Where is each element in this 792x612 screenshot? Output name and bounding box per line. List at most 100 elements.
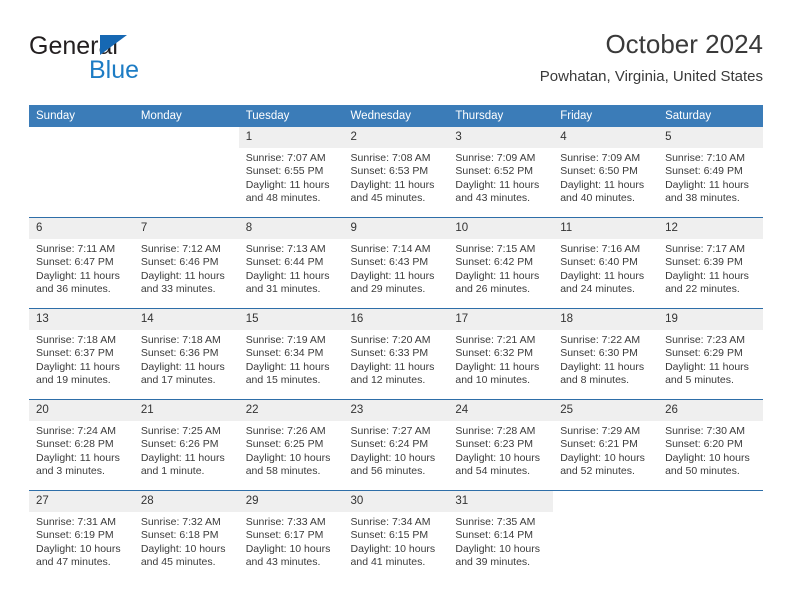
calendar-day-cell[interactable]: 7 Sunrise: 7:12 AM Sunset: 6:46 PM Daylight…	[133, 217, 239, 309]
calendar-day-cell[interactable]: 26 Sunrise: 7:30 AM Sunset: 6:20 PM Dayligh…	[658, 399, 763, 491]
day-cell-content: 2 Sunrise: 7:08 AM Sunset: 6:53 PM Daylight…	[343, 127, 449, 217]
sunset-text: Sunset: 6:46 PM	[140, 256, 219, 269]
day-sun-info: Sunrise: 7:08 AM Sunset: 6:53 PM Daylight:…	[344, 148, 449, 206]
calendar-day-cell[interactable]: 19 Sunrise: 7:23 AM Sunset: 6:29 PM Dayligh…	[658, 308, 763, 400]
sunrise-text: Sunrise: 7:16 AM	[560, 243, 641, 255]
logo-triangle-icon	[100, 35, 127, 55]
day-number: 18	[553, 309, 659, 330]
calendar-day-cell[interactable]: 23 Sunrise: 7:27 AM Sunset: 6:24 PM Dayligh…	[343, 399, 449, 491]
day-number: 4	[553, 127, 659, 148]
calendar-day-cell[interactable]: 5 Sunrise: 7:10 AM Sunset: 6:49 PM Daylight…	[658, 127, 763, 218]
day-cell-content: 3 Sunrise: 7:09 AM Sunset: 6:52 PM Daylight…	[448, 127, 554, 217]
day-number: 14	[133, 309, 239, 330]
sunset-text: Sunset: 6:20 PM	[665, 438, 743, 451]
calendar-day-cell[interactable]: 6 Sunrise: 7:11 AM Sunset: 6:47 PM Daylight…	[29, 217, 134, 309]
sunset-text: Sunset: 6:21 PM	[560, 438, 638, 451]
calendar-day-cell[interactable]: 22 Sunrise: 7:26 AM Sunset: 6:25 PM Dayligh…	[238, 399, 344, 491]
general-blue-logo[interactable]: General Blue	[29, 32, 289, 92]
sunset-text: Sunset: 6:34 PM	[245, 347, 324, 360]
calendar-day-cell[interactable]: 28 Sunrise: 7:32 AM Sunset: 6:18 PM Dayligh…	[133, 490, 239, 581]
sunrise-text: Sunrise: 7:25 AM	[140, 425, 221, 437]
daylight-text: Daylight: 11 hours and 40 minutes.	[560, 178, 645, 205]
calendar-day-cell[interactable]: 27 Sunrise: 7:31 AM Sunset: 6:19 PM Dayligh…	[29, 490, 134, 581]
day-sun-info: Sunrise: 7:18 AM Sunset: 6:37 PM Daylight:…	[29, 330, 134, 388]
calendar-day-cell[interactable]: 24 Sunrise: 7:28 AM Sunset: 6:23 PM Dayligh…	[448, 399, 554, 491]
weekday-header-sunday: Sunday	[29, 105, 134, 127]
sunset-text: Sunset: 6:36 PM	[140, 347, 219, 360]
daylight-text: Daylight: 10 hours and 43 minutes.	[245, 542, 331, 569]
daylight-text: Daylight: 11 hours and 48 minutes.	[245, 178, 330, 205]
calendar-day-cell[interactable]: 21 Sunrise: 7:25 AM Sunset: 6:26 PM Dayligh…	[133, 399, 239, 491]
day-sun-info: Sunrise: 7:10 AM Sunset: 6:49 PM Daylight:…	[658, 148, 763, 206]
day-cell-content	[29, 127, 134, 217]
sunset-text: Sunset: 6:40 PM	[560, 256, 638, 269]
calendar-day-cell[interactable]: 1 Sunrise: 7:07 AM Sunset: 6:55 PM Daylight…	[238, 127, 344, 218]
sunset-text: Sunset: 6:15 PM	[350, 529, 429, 542]
sunset-text: Sunset: 6:39 PM	[665, 256, 743, 269]
day-sun-info: Sunrise: 7:12 AM Sunset: 6:46 PM Daylight:…	[134, 239, 239, 297]
day-sun-info: Sunrise: 7:09 AM Sunset: 6:50 PM Daylight:…	[553, 148, 658, 206]
daylight-text: Daylight: 11 hours and 38 minutes.	[665, 178, 749, 205]
sunset-text: Sunset: 6:23 PM	[455, 438, 534, 451]
sunset-text: Sunset: 6:30 PM	[560, 347, 638, 360]
sunset-text: Sunset: 6:29 PM	[665, 347, 743, 360]
calendar-week-row: 27 Sunrise: 7:31 AM Sunset: 6:19 PM Dayligh…	[29, 490, 763, 581]
day-cell-content: 10 Sunrise: 7:15 AM Sunset: 6:42 PM Dayligh…	[448, 218, 554, 308]
calendar-header-row: Sunday Monday Tuesday Wednesday Thursday…	[29, 105, 763, 127]
day-number: 27	[29, 491, 134, 512]
day-number: 24	[448, 400, 554, 421]
calendar-day-cell[interactable]: 29 Sunrise: 7:33 AM Sunset: 6:17 PM Dayligh…	[238, 490, 344, 581]
daylight-text: Daylight: 11 hours and 26 minutes.	[455, 269, 540, 296]
daylight-text: Daylight: 10 hours and 58 minutes.	[245, 451, 331, 478]
day-sun-info: Sunrise: 7:16 AM Sunset: 6:40 PM Daylight:…	[553, 239, 658, 297]
calendar-day-cell[interactable]: 3 Sunrise: 7:09 AM Sunset: 6:52 PM Daylight…	[448, 127, 554, 218]
sunrise-text: Sunrise: 7:33 AM	[245, 516, 326, 528]
day-number: 12	[658, 218, 763, 239]
calendar-week-row: 6 Sunrise: 7:11 AM Sunset: 6:47 PM Daylight…	[29, 217, 763, 309]
calendar-day-cell[interactable]: 12 Sunrise: 7:17 AM Sunset: 6:39 PM Dayligh…	[658, 217, 763, 309]
calendar-day-cell[interactable]: 31 Sunrise: 7:35 AM Sunset: 6:14 PM Dayligh…	[448, 490, 554, 581]
calendar-day-cell[interactable]: 14 Sunrise: 7:18 AM Sunset: 6:36 PM Dayligh…	[133, 308, 239, 400]
calendar-day-cell[interactable]: 16 Sunrise: 7:20 AM Sunset: 6:33 PM Dayligh…	[343, 308, 449, 400]
calendar-day-cell[interactable]: 10 Sunrise: 7:15 AM Sunset: 6:42 PM Dayligh…	[448, 217, 554, 309]
calendar-day-cell[interactable]: 13 Sunrise: 7:18 AM Sunset: 6:37 PM Dayligh…	[29, 308, 134, 400]
sunrise-text: Sunrise: 7:12 AM	[140, 243, 221, 255]
sunrise-sunset-calendar: Sunday Monday Tuesday Wednesday Thursday…	[29, 105, 763, 581]
day-cell-content: 22 Sunrise: 7:26 AM Sunset: 6:25 PM Dayligh…	[238, 400, 344, 490]
calendar-day-cell[interactable]: 20 Sunrise: 7:24 AM Sunset: 6:28 PM Dayligh…	[29, 399, 134, 491]
calendar-day-cell[interactable]: 11 Sunrise: 7:16 AM Sunset: 6:40 PM Dayligh…	[553, 217, 659, 309]
day-cell-content: 18 Sunrise: 7:22 AM Sunset: 6:30 PM Dayligh…	[553, 309, 659, 399]
calendar-day-cell[interactable]: 30 Sunrise: 7:34 AM Sunset: 6:15 PM Dayligh…	[343, 490, 449, 581]
calendar-day-cell[interactable]: 15 Sunrise: 7:19 AM Sunset: 6:34 PM Dayligh…	[238, 308, 344, 400]
daylight-text: Daylight: 10 hours and 56 minutes.	[350, 451, 436, 478]
day-number	[658, 491, 763, 512]
day-cell-content: 11 Sunrise: 7:16 AM Sunset: 6:40 PM Dayligh…	[553, 218, 659, 308]
sunrise-text: Sunrise: 7:08 AM	[350, 152, 431, 164]
sunrise-text: Sunrise: 7:29 AM	[560, 425, 641, 437]
calendar-day-cell[interactable]: 9 Sunrise: 7:14 AM Sunset: 6:43 PM Daylight…	[343, 217, 449, 309]
weekday-header-thursday: Thursday	[448, 105, 554, 127]
sunset-text: Sunset: 6:44 PM	[245, 256, 324, 269]
day-number: 30	[343, 491, 449, 512]
day-number: 25	[553, 400, 659, 421]
weekday-header-saturday: Saturday	[658, 105, 763, 127]
calendar-day-cell[interactable]: 2 Sunrise: 7:08 AM Sunset: 6:53 PM Daylight…	[343, 127, 449, 218]
day-number: 1	[238, 127, 344, 148]
calendar-day-cell[interactable]: 4 Sunrise: 7:09 AM Sunset: 6:50 PM Daylight…	[553, 127, 659, 218]
day-number: 20	[29, 400, 134, 421]
daylight-text: Daylight: 11 hours and 10 minutes.	[455, 360, 540, 387]
weekday-header-monday: Monday	[133, 105, 239, 127]
calendar-day-cell[interactable]: 17 Sunrise: 7:21 AM Sunset: 6:32 PM Dayligh…	[448, 308, 554, 400]
calendar-day-cell[interactable]: 8 Sunrise: 7:13 AM Sunset: 6:44 PM Daylight…	[238, 217, 344, 309]
day-number: 26	[658, 400, 763, 421]
calendar-week-row: 1 Sunrise: 7:07 AM Sunset: 6:55 PM Daylight…	[29, 127, 763, 218]
day-number	[29, 127, 134, 148]
day-sun-info: Sunrise: 7:30 AM Sunset: 6:20 PM Daylight:…	[658, 421, 763, 479]
calendar-day-cell[interactable]: 25 Sunrise: 7:29 AM Sunset: 6:21 PM Dayligh…	[553, 399, 659, 491]
calendar-day-cell[interactable]: 18 Sunrise: 7:22 AM Sunset: 6:30 PM Dayligh…	[553, 308, 659, 400]
calendar-day-cell	[553, 490, 659, 581]
sunrise-text: Sunrise: 7:13 AM	[245, 243, 326, 255]
daylight-text: Daylight: 11 hours and 24 minutes.	[560, 269, 645, 296]
sunrise-text: Sunrise: 7:23 AM	[665, 334, 746, 346]
day-sun-info: Sunrise: 7:17 AM Sunset: 6:39 PM Daylight:…	[658, 239, 763, 297]
